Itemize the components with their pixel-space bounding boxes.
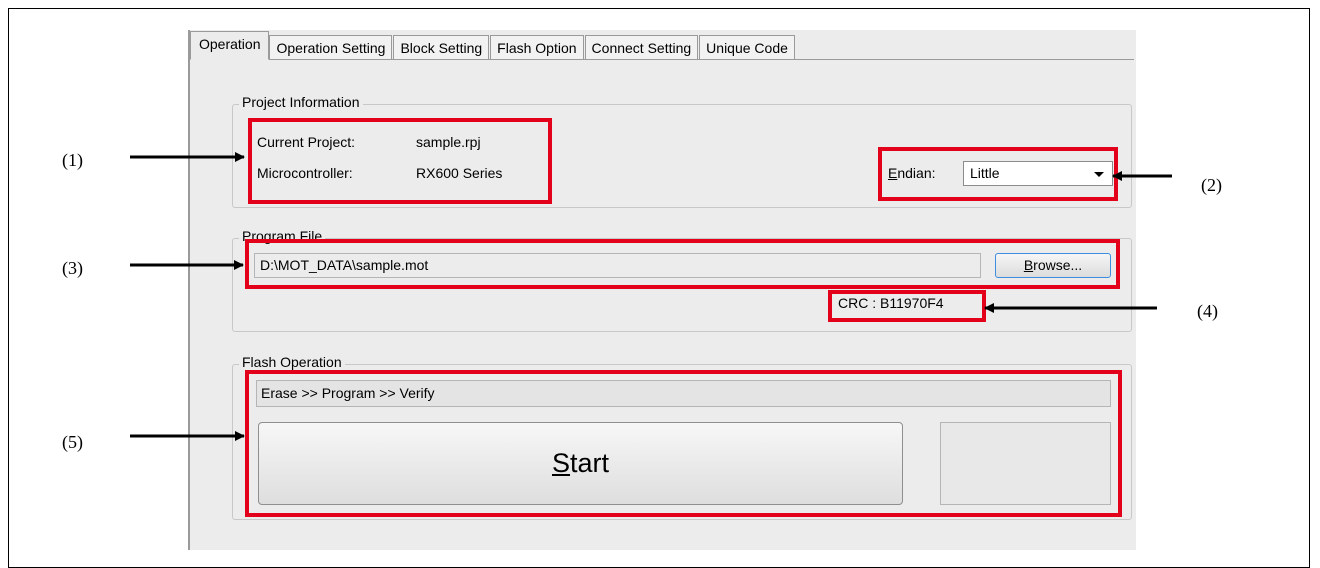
callout-arrows — [130, 152, 1172, 441]
tab-operation[interactable]: Operation — [190, 31, 270, 60]
